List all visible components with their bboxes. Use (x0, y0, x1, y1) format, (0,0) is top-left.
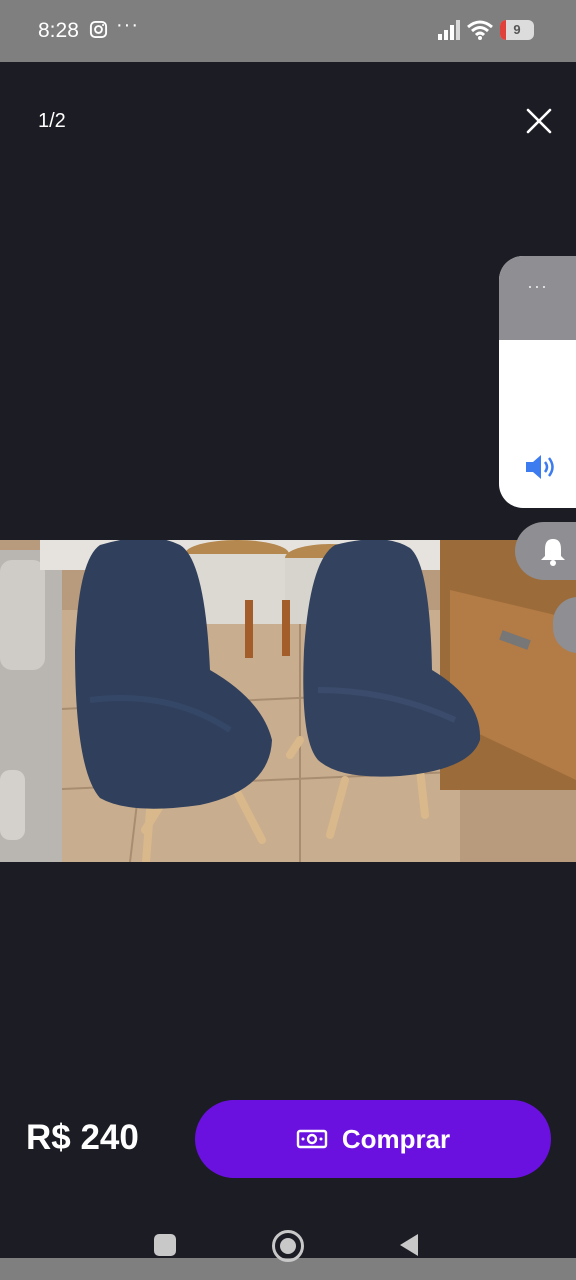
volume-more-options[interactable]: ··· (527, 276, 548, 297)
back-icon[interactable] (398, 1233, 420, 1257)
recent-apps-icon[interactable] (154, 1234, 176, 1256)
image-counter: 1/2 (38, 110, 66, 132)
status-time: 8:28 (38, 19, 79, 42)
product-photo[interactable] (0, 540, 576, 862)
buy-button-label: Comprar (341, 1123, 451, 1154)
speaker-icon[interactable] (524, 452, 558, 482)
battery-icon: 9 (500, 20, 534, 40)
ringer-mode-button[interactable] (515, 522, 576, 580)
volume-panel-header: ··· (499, 256, 576, 340)
buy-button[interactable]: Comprar (195, 1100, 551, 1178)
volume-panel[interactable]: ··· (499, 256, 576, 508)
close-icon[interactable] (524, 106, 554, 136)
status-more-indicator: ··· (116, 14, 139, 36)
price: R$ 240 (26, 1118, 139, 1157)
money-icon (296, 1129, 328, 1149)
battery-level-text: 9 (513, 22, 521, 37)
status-bar: 8:28 ··· 9 (0, 0, 576, 62)
signal-icon (438, 20, 460, 40)
instagram-icon (89, 20, 108, 39)
home-icon[interactable] (272, 1230, 304, 1262)
wifi-icon (467, 20, 493, 40)
bell-icon (541, 539, 565, 566)
